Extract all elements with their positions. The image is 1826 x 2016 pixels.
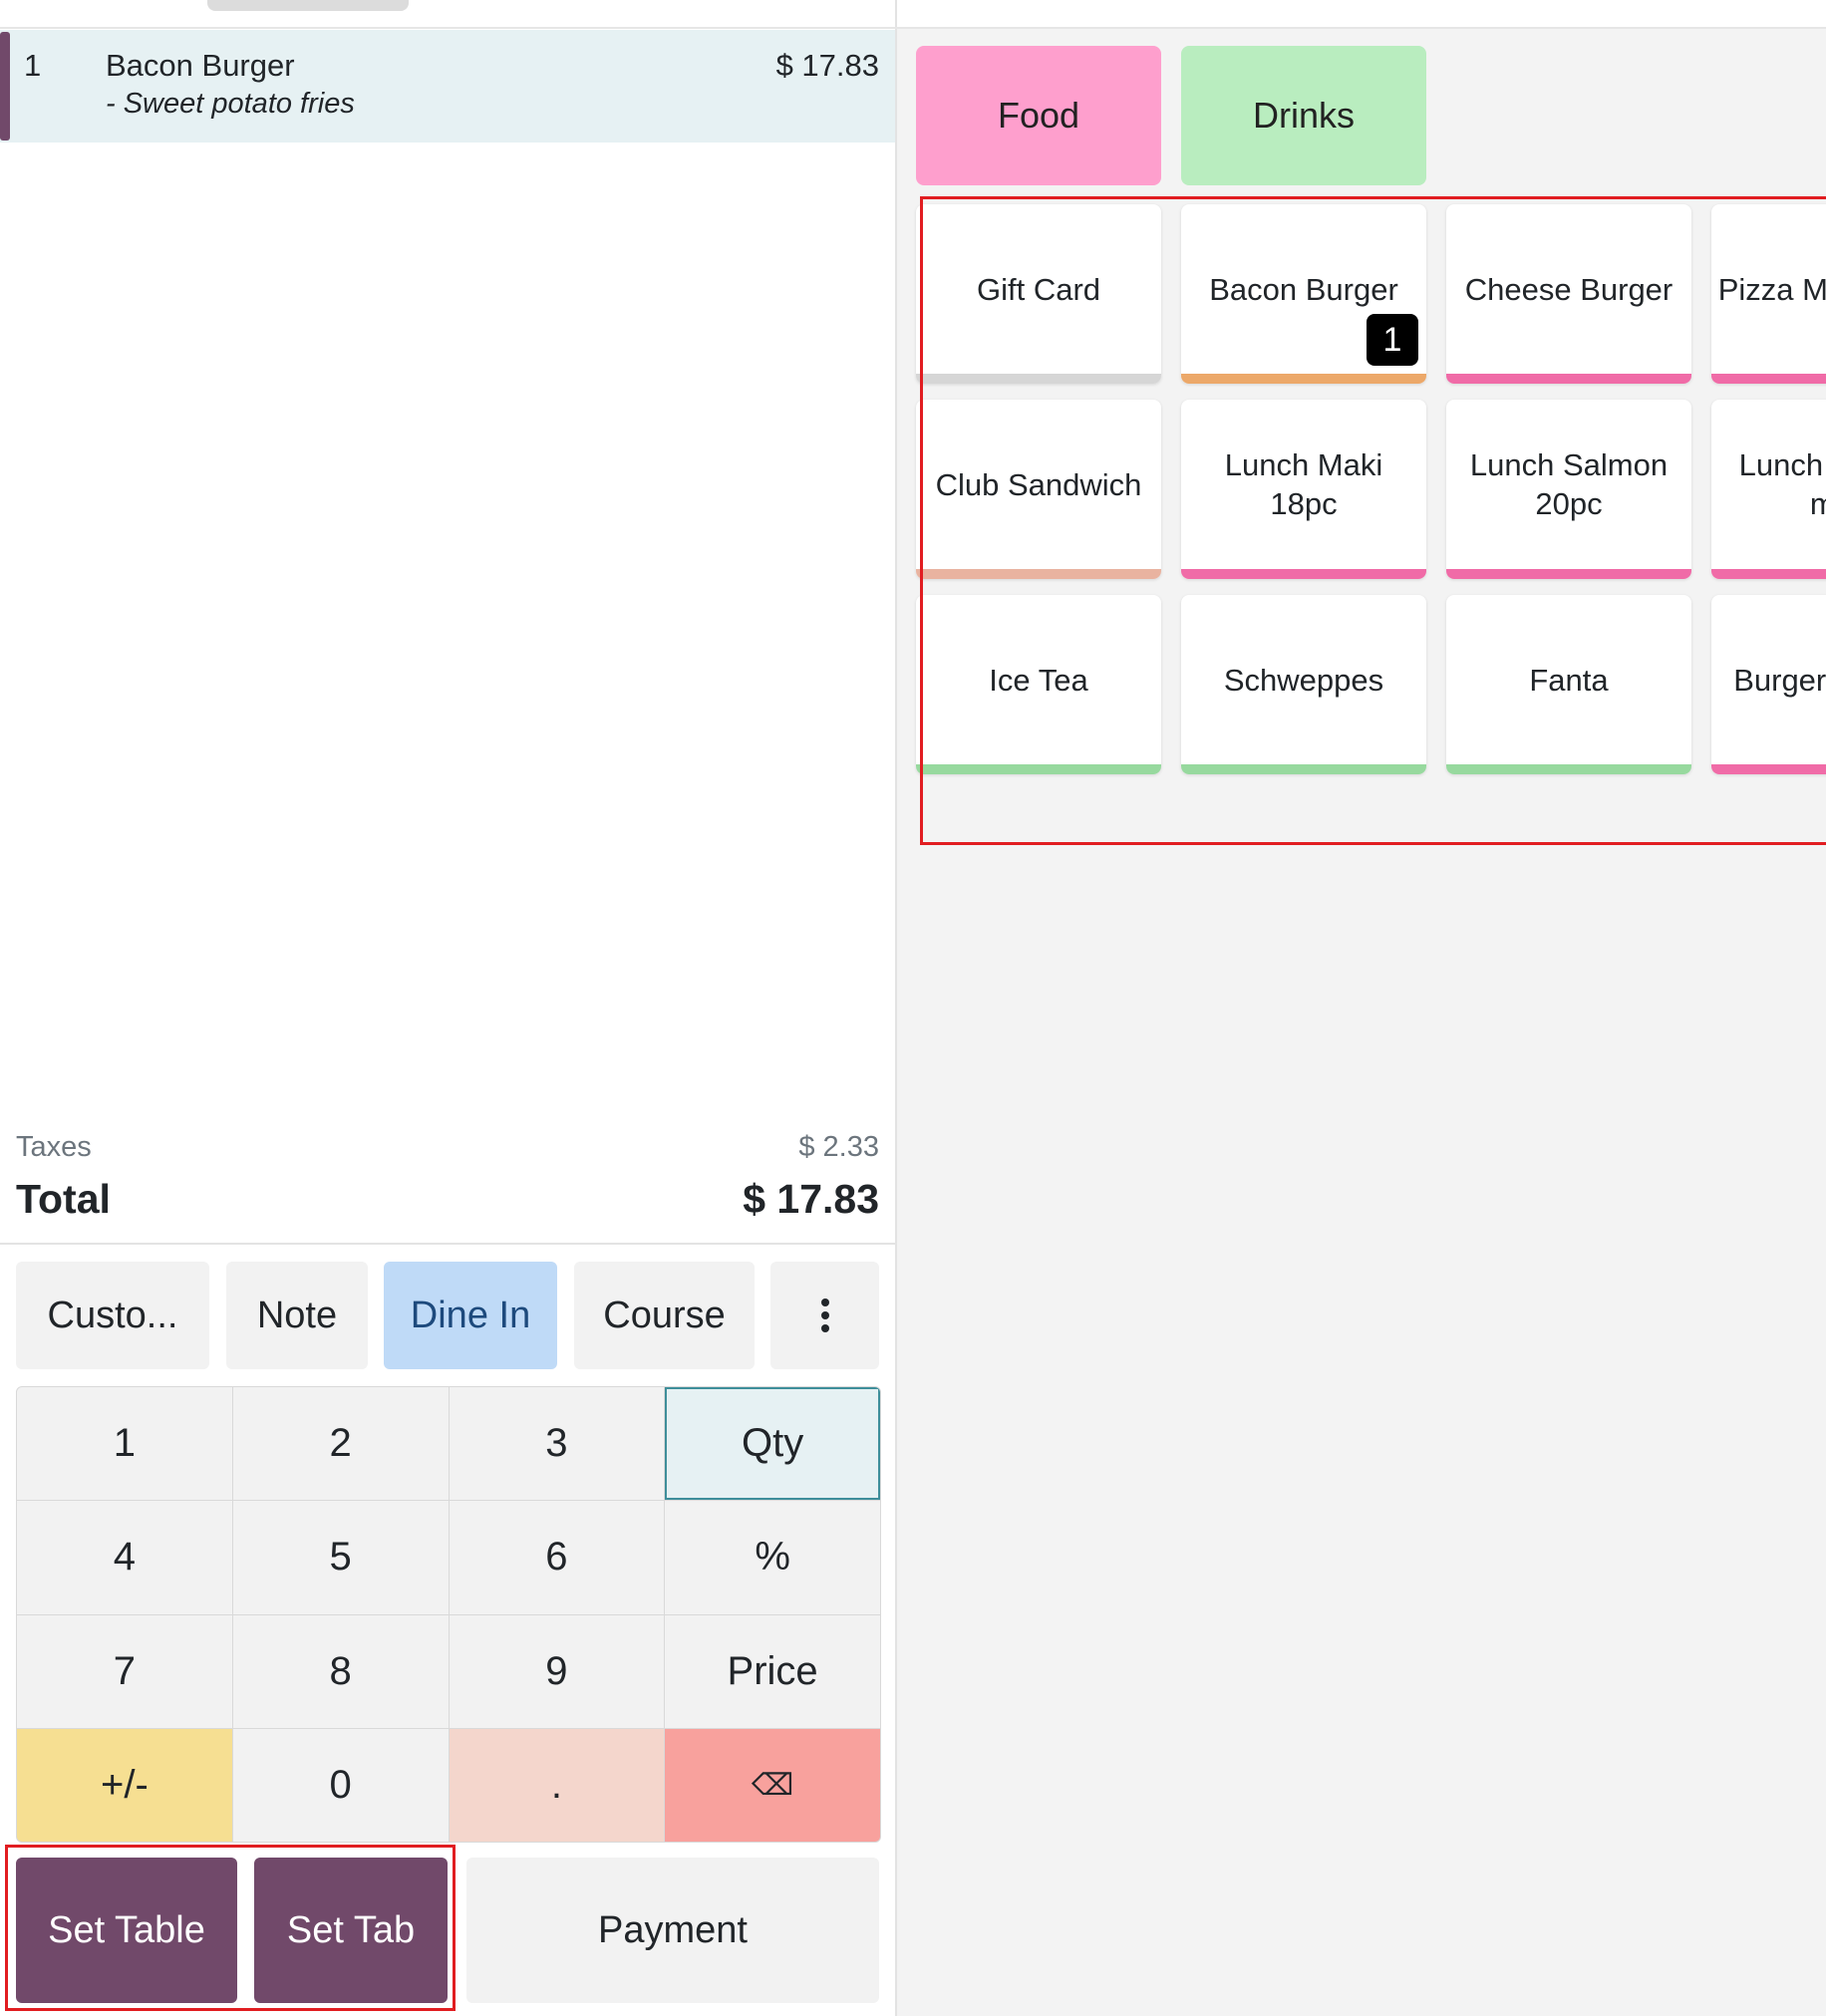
order-line-selected[interactable]: 1 Bacon Burger - Sweet potato fries $ 17… [0, 30, 895, 143]
numpad-mode-qty[interactable]: Qty [665, 1387, 880, 1501]
numpad: 1 2 3 Qty 4 5 6 % 7 8 9 Price +/- 0 . ⌫ [16, 1386, 881, 1843]
set-table-button[interactable]: Set Table [16, 1858, 237, 2003]
order-line-note: - Sweet potato fries [106, 88, 355, 120]
product-card-gift-card[interactable]: Gift Card [916, 204, 1161, 384]
top-divider [0, 27, 1826, 29]
numpad-key-5[interactable]: 5 [232, 1501, 449, 1614]
order-line-qty: 1 [24, 48, 42, 83]
selected-line-accent [0, 32, 10, 141]
product-card-fanta[interactable]: Fanta [1446, 595, 1691, 774]
top-tab-stub[interactable] [207, 0, 409, 11]
numpad-key-2[interactable]: 2 [232, 1387, 449, 1501]
note-button[interactable]: Note [226, 1262, 368, 1369]
product-card-lunch-maki[interactable]: Lunch Maki 18pc [1181, 400, 1426, 579]
product-color-bar [1711, 374, 1826, 384]
product-color-bar [916, 569, 1161, 579]
order-panel: 1 Bacon Burger - Sweet potato fries $ 17… [0, 0, 897, 2016]
product-card-burger-combo[interactable]: Burger Combo [1711, 595, 1826, 774]
numpad-key-7[interactable]: 7 [17, 1614, 232, 1728]
product-color-bar [1181, 569, 1426, 579]
divider [0, 1243, 895, 1245]
category-food-button[interactable]: Food [916, 46, 1161, 185]
backspace-icon[interactable]: ⌫ [665, 1728, 880, 1842]
category-drinks-button[interactable]: Drinks [1181, 46, 1426, 185]
numpad-key-3[interactable]: 3 [449, 1387, 665, 1501]
product-card-club-sandwich[interactable]: Club Sandwich [916, 400, 1161, 579]
product-name: Gift Card [976, 271, 1101, 307]
product-card-pizza-margherita[interactable]: Pizza Margherita [1711, 204, 1826, 384]
product-name: Ice Tea [989, 662, 1088, 698]
product-color-bar [1446, 569, 1691, 579]
numpad-key-4[interactable]: 4 [17, 1501, 232, 1614]
product-name: Fanta [1529, 662, 1609, 698]
product-name: Lunch Salmon 20pc [1469, 447, 1669, 521]
product-card-bacon-burger[interactable]: Bacon Burger 1 [1181, 204, 1426, 384]
numpad-key-8[interactable]: 8 [232, 1614, 449, 1728]
product-card-lunch-salmon[interactable]: Lunch Salmon 20pc [1446, 400, 1691, 579]
set-tab-button[interactable]: Set Tab [254, 1858, 448, 2003]
product-color-bar [916, 764, 1161, 774]
total-label: Total [16, 1176, 111, 1222]
taxes-label: Taxes [16, 1131, 92, 1163]
numpad-decimal[interactable]: . [449, 1728, 665, 1842]
product-color-bar [1711, 569, 1826, 579]
product-name: Pizza Margherita [1717, 271, 1826, 307]
product-color-bar [916, 374, 1161, 384]
product-name: Lunch Maki 18pc [1224, 447, 1383, 521]
product-screen: Food Drinks Gift Card Bacon Burger 1 Che… [897, 29, 1826, 2016]
total-value: $ 17.83 [743, 1176, 879, 1222]
product-color-bar [1181, 374, 1426, 384]
product-name: Club Sandwich [935, 466, 1142, 502]
numpad-key-9[interactable]: 9 [449, 1614, 665, 1728]
product-color-bar [1446, 374, 1691, 384]
product-name: Burger Combo [1733, 662, 1826, 698]
product-color-bar [1181, 764, 1426, 774]
product-name: Schweppes [1223, 662, 1384, 698]
order-line-price: $ 17.83 [775, 48, 879, 83]
dine-in-button[interactable]: Dine In [384, 1262, 557, 1369]
more-options-button[interactable] [770, 1262, 879, 1369]
course-button[interactable]: Course [574, 1262, 755, 1369]
numpad-mode-price[interactable]: Price [665, 1614, 880, 1728]
numpad-mode-discount[interactable]: % [665, 1501, 880, 1614]
kebab-menu-icon [820, 1298, 829, 1332]
order-line-name: Bacon Burger [106, 48, 295, 83]
product-name: Lunch Temaki mix [1738, 447, 1826, 521]
taxes-value: $ 2.33 [798, 1131, 879, 1163]
product-card-ice-tea[interactable]: Ice Tea [916, 595, 1161, 774]
product-card-lunch-temaki[interactable]: Lunch Temaki mix [1711, 400, 1826, 579]
payment-button[interactable]: Payment [466, 1858, 879, 2003]
numpad-key-6[interactable]: 6 [449, 1501, 665, 1614]
numpad-plus-minus[interactable]: +/- [17, 1728, 232, 1842]
product-color-bar [1711, 764, 1826, 774]
product-color-bar [1446, 764, 1691, 774]
numpad-key-1[interactable]: 1 [17, 1387, 232, 1501]
product-name: Cheese Burger [1464, 271, 1674, 307]
numpad-key-0[interactable]: 0 [232, 1728, 449, 1842]
product-card-cheese-burger[interactable]: Cheese Burger [1446, 204, 1691, 384]
product-quantity-badge: 1 [1367, 314, 1418, 366]
customer-button[interactable]: Custo... [16, 1262, 209, 1369]
product-card-schweppes[interactable]: Schweppes [1181, 595, 1426, 774]
